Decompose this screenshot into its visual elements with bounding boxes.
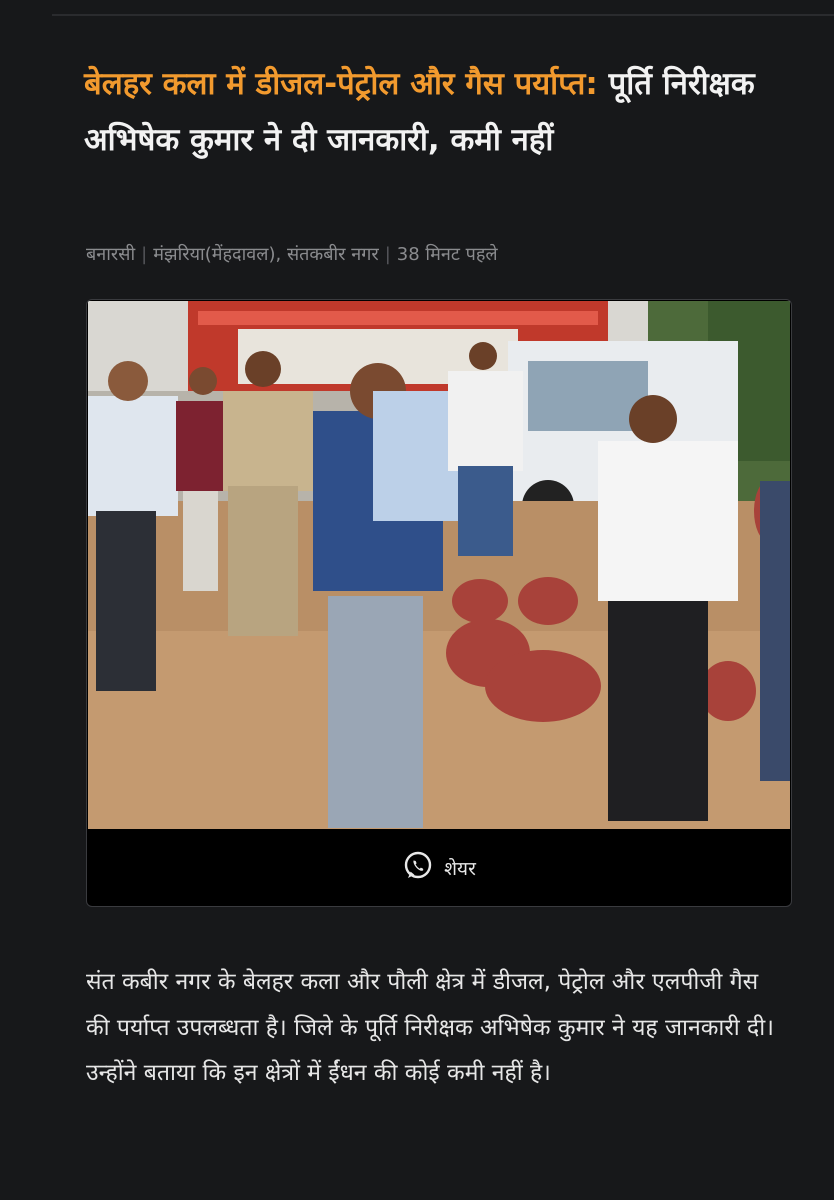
share-bar: शेयर bbox=[87, 830, 791, 906]
article-meta: बनारसी | मंझरिया(मेंहदावल), संतकबीर नगर | 38… bbox=[86, 242, 786, 266]
article-body: संत कबीर नगर के बेलहर कला और पौली क्षेत्… bbox=[86, 969, 774, 1086]
author-name[interactable]: बनारसी bbox=[86, 244, 135, 265]
meta-separator: | bbox=[141, 244, 148, 265]
publish-time: 38 मिनट पहले bbox=[396, 244, 498, 265]
share-label: शेयर bbox=[444, 858, 476, 880]
article-headline: बेलहर कला में डीजल-पेट्रोल और गैस पर्याप… bbox=[84, 56, 796, 168]
share-button[interactable]: शेयर bbox=[402, 850, 476, 886]
location-text[interactable]: मंझरिया(मेंहदावल), संतकबीर नगर bbox=[153, 244, 379, 265]
top-divider bbox=[52, 14, 834, 16]
article-media-card: शेयर bbox=[86, 299, 792, 907]
whatsapp-icon bbox=[402, 850, 434, 886]
meta-separator: | bbox=[384, 244, 391, 265]
article-photo[interactable] bbox=[88, 301, 790, 829]
headline-highlight: बेलहर कला में डीजल-पेट्रोल और गैस पर्याप… bbox=[84, 66, 598, 102]
